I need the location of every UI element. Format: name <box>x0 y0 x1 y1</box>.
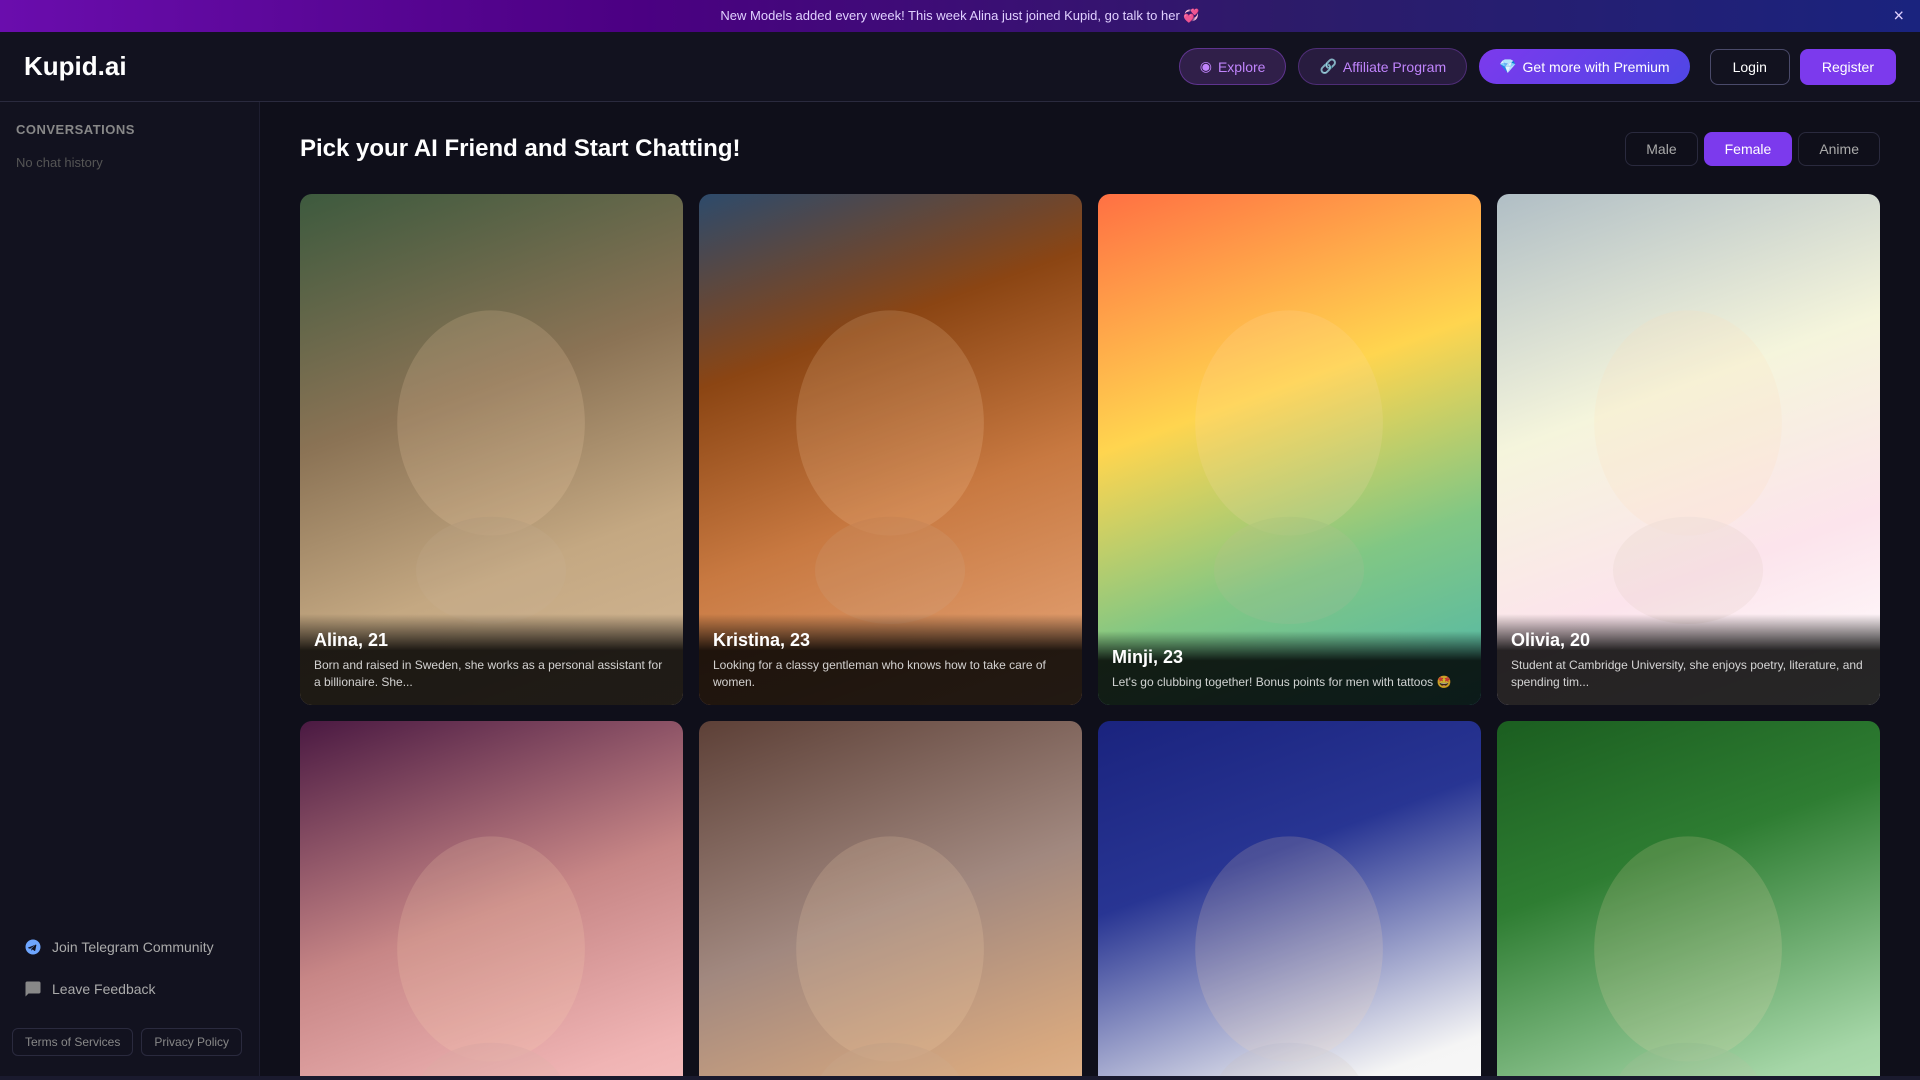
telegram-link[interactable]: Join Telegram Community <box>12 928 247 966</box>
card-character-desc: Looking for a classy gentleman who knows… <box>713 657 1068 691</box>
register-button[interactable]: Register <box>1800 49 1896 85</box>
character-card[interactable]: Olivia, 20 Student at Cambridge Universit… <box>1497 194 1880 705</box>
main-layout: Conversations No chat history Join Teleg… <box>0 102 1920 1076</box>
sidebar-footer-links: Terms of Services Privacy Policy <box>0 1016 259 1060</box>
card-character-desc: Student at Cambridge University, she enj… <box>1511 657 1866 691</box>
sidebar-bottom: Join Telegram Community Leave Feedback <box>0 920 259 1016</box>
card-character-desc: Let's go clubbing together! Bonus points… <box>1112 674 1467 691</box>
filter-tab-male[interactable]: Male <box>1625 132 1697 166</box>
filter-tab-female[interactable]: Female <box>1704 132 1793 166</box>
no-history-text: No chat history <box>0 147 259 178</box>
main-content: Pick your AI Friend and Start Chatting! … <box>260 102 1920 1076</box>
auth-buttons: Login Register <box>1710 49 1896 85</box>
premium-button[interactable]: 💎 Get more with Premium <box>1479 49 1689 84</box>
character-card[interactable]: Sakura, 18Quietly creating in the world … <box>1098 721 1481 1076</box>
header: Kupid.ai ◉ Explore 🔗 Affiliate Program 💎… <box>0 32 1920 102</box>
filter-tab-anime[interactable]: Anime <box>1798 132 1880 166</box>
feedback-icon <box>24 980 42 998</box>
banner-text: New Models added every week! This week A… <box>720 8 1199 23</box>
content-header: Pick your AI Friend and Start Chatting! … <box>300 132 1880 166</box>
card-character-desc: Born and raised in Sweden, she works as … <box>314 657 669 691</box>
card-character-name: Olivia, 20 <box>1511 630 1866 651</box>
character-card[interactable]: Alice, 25G'day! Alice here, an adventure… <box>1497 721 1880 1076</box>
sidebar: Conversations No chat history Join Teleg… <box>0 102 260 1076</box>
banner-close-button[interactable]: × <box>1893 6 1904 27</box>
character-card[interactable]: Alina, 21 Born and raised in Sweden, she … <box>300 194 683 705</box>
affiliate-button[interactable]: 🔗 Affiliate Program <box>1298 48 1467 85</box>
character-card[interactable]: Minji, 23 Let's go clubbing together! Bon… <box>1098 194 1481 705</box>
card-character-name: Minji, 23 <box>1112 647 1467 668</box>
conversations-title: Conversations <box>0 122 259 147</box>
diamond-icon: 💎 <box>1499 58 1516 75</box>
nav-buttons: ◉ Explore 🔗 Affiliate Program 💎 Get more… <box>1179 48 1690 85</box>
character-card[interactable]: Kristina, 23 Looking for a classy gentlem… <box>699 194 1082 705</box>
affiliate-icon: 🔗 <box>1319 58 1336 75</box>
compass-icon: ◉ <box>1200 58 1212 75</box>
card-character-name: Kristina, 23 <box>713 630 1068 651</box>
character-card[interactable]: Elektra, 24Still looking for a man who c… <box>300 721 683 1076</box>
top-banner: New Models added every week! This week A… <box>0 0 1920 32</box>
explore-button[interactable]: ◉ Explore <box>1179 48 1287 85</box>
login-button[interactable]: Login <box>1710 49 1790 85</box>
telegram-icon <box>24 938 42 956</box>
character-card[interactable]: Lucia, 24Lucia is from Buenos-Aires and … <box>699 721 1082 1076</box>
page-title: Pick your AI Friend and Start Chatting! <box>300 135 740 163</box>
terms-button[interactable]: Terms of Services <box>12 1028 133 1056</box>
cards-grid: Alina, 21 Born and raised in Sweden, she … <box>300 194 1880 1076</box>
privacy-button[interactable]: Privacy Policy <box>141 1028 242 1056</box>
logo[interactable]: Kupid.ai <box>24 51 127 82</box>
feedback-link[interactable]: Leave Feedback <box>12 970 247 1008</box>
filter-tabs: MaleFemaleAnime <box>1625 132 1880 166</box>
card-character-name: Alina, 21 <box>314 630 669 651</box>
